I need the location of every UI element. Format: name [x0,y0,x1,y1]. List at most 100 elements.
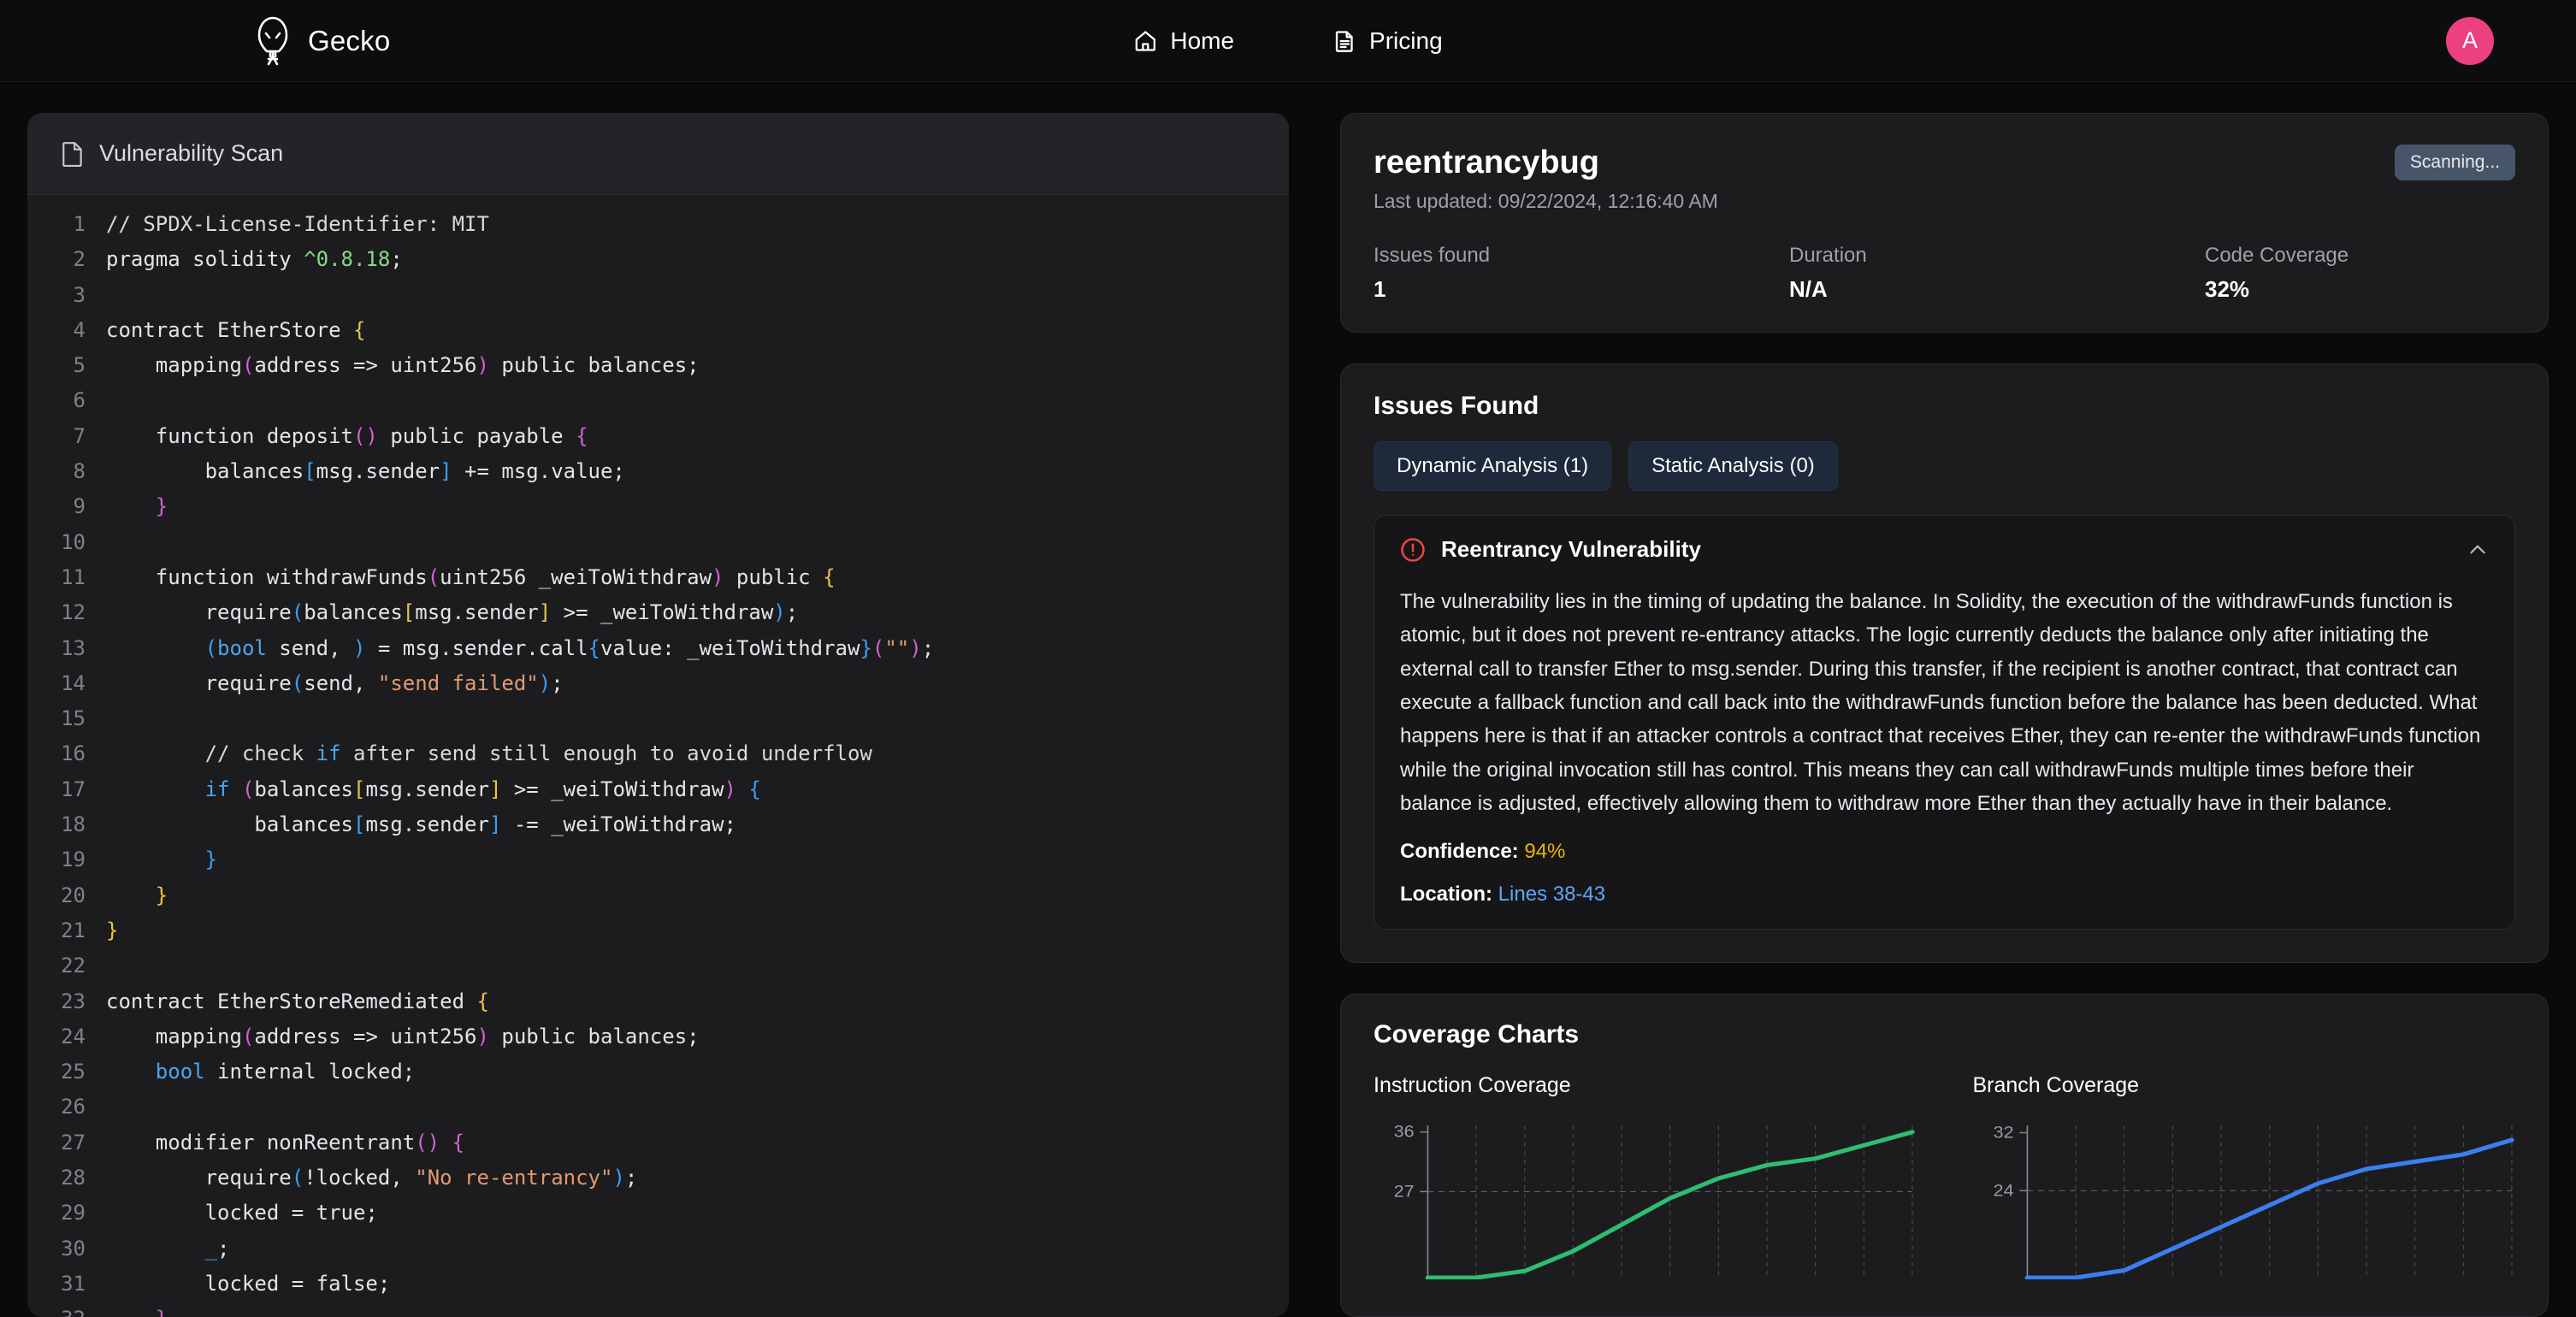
code-line-text: mapping(address => uint256) public balan… [106,353,700,378]
line-number: 11 [61,564,86,589]
code-line: 11 function withdrawFunds(uint256 _weiTo… [27,560,1289,595]
code-line-text: (bool send, ) = msg.sender.call{value: _… [204,635,935,660]
stat-value: 32% [2205,276,2250,302]
line-number: 6 [73,388,86,413]
avatar[interactable]: A [2446,16,2494,65]
code-line: 3 [27,278,1289,313]
y-axis-tick-label: 32 [1993,1124,2013,1142]
code-line: 9 } [27,489,1289,524]
line-number: 23 [61,989,86,1013]
issues-found-card: Issues Found Dynamic Analysis (1) Static… [1340,363,2549,963]
line-number: 4 [73,317,86,342]
line-number: 2 [73,247,86,272]
code-line: 27 modifier nonReentrant() { [27,1125,1289,1160]
code-panel-header: Vulnerability Scan [27,113,1289,195]
gecko-head-icon [253,16,292,66]
line-number: 15 [61,706,86,731]
line-number: 30 [61,1236,86,1261]
chart-plot: 24 32 [1993,1124,2514,1279]
code-line: 20 } [27,878,1289,913]
line-number: 19 [61,847,86,872]
nav-link-pricing[interactable]: Pricing [1332,27,1443,55]
line-number: 18 [61,812,86,837]
code-line: 7 function deposit() public payable { [27,419,1289,454]
last-updated-text: Last updated: 09/22/2024, 12:16:40 AM [1374,190,1718,212]
status-badge[interactable]: Scanning... [2394,145,2515,180]
issue-description: The vulnerability lies in the timing of … [1400,590,2481,816]
line-number: 7 [73,423,86,448]
stat-code-coverage: Code Coverage 32% [2205,244,2349,303]
right-column: reentrancybug Last updated: 09/22/2024, … [1340,113,2549,1317]
code-line-text: locked = true; [106,1201,378,1225]
code-line-text: balances[msg.sender] -= _weiToWithdraw; [106,812,736,837]
code-line: 31 locked = false; [27,1267,1289,1302]
chart-instruction-coverage: Instruction Coverage 27 36 [1374,1073,1917,1279]
coverage-charts-card: Coverage Charts Instruction Coverage 27 3… [1340,993,2549,1317]
brand[interactable]: Gecko [253,16,390,66]
code-line-text: } [106,918,119,942]
home-icon [1133,29,1157,53]
line-number: 26 [61,1095,86,1119]
code-line: 12 require(balances[msg.sender] >= _weiT… [27,595,1289,630]
code-line-text: balances[msg.sender] += msg.value; [106,459,625,484]
code-line: 30 _; [27,1231,1289,1267]
vulnerability-scan-panel: Vulnerability Scan 1 // SPDX-License-Iden… [27,113,1289,1317]
location-label: Location: [1400,882,1492,906]
line-number: 5 [73,353,86,378]
nav-link-pricing-label: Pricing [1369,27,1443,54]
chevron-up-icon[interactable] [2467,539,2489,561]
code-line-text: } [155,883,168,907]
scan-summary-card: reentrancybug Last updated: 09/22/2024, … [1340,113,2549,333]
line-number: 31 [61,1271,86,1296]
nav-link-home-label: Home [1170,27,1235,54]
stats-row: Issues found 1 Duration N/A Code Coverag… [1374,244,2515,303]
nav-links: Home Pricing [1133,27,1443,55]
confidence-label: Confidence: [1400,839,1519,863]
code-line-text: mapping(address => uint256) public balan… [106,1024,700,1048]
code-line-text: require(send, "send failed"); [106,670,564,695]
stat-duration: Duration N/A [1789,244,2205,303]
code-line: 24 mapping(address => uint256) public ba… [27,1019,1289,1054]
line-number: 25 [61,1060,86,1084]
code-line: 8 balances[msg.sender] += msg.value; [27,454,1289,489]
tab-dynamic-analysis[interactable]: Dynamic Analysis (1) [1374,441,1612,491]
tab-static-analysis[interactable]: Static Analysis (0) [1628,441,1838,491]
analysis-tabs: Dynamic Analysis (1) Static Analysis (0) [1374,441,2515,491]
alert-circle-icon [1400,537,1426,563]
location-row: Location: Lines 38-43 [1400,883,2489,907]
code-line-text: require(balances[msg.sender] >= _weiToWi… [106,600,799,625]
chart-plot: 27 36 [1394,1123,1915,1279]
stat-label: Code Coverage [2205,244,2349,267]
chart-title: Branch Coverage [1972,1072,2140,1097]
line-number: 32 [27,1302,106,1317]
stat-label: Duration [1789,244,1867,267]
code-line-text: function deposit() public payable { [106,423,588,448]
issues-found-title: Issues Found [1374,392,1539,420]
coverage-charts-title: Coverage Charts [1374,1019,1580,1048]
confidence-value: 94% [1524,839,1566,863]
code-line-text: pragma solidity ^0.8.18; [106,247,403,272]
code-line: 2 pragma solidity ^0.8.18; [27,242,1289,277]
code-line-text: } [106,1302,168,1317]
nav-link-home[interactable]: Home [1133,27,1234,55]
code-line: 22 [27,948,1289,983]
y-axis-tick-label: 27 [1394,1183,1415,1201]
stat-label: Issues found [1374,244,1491,267]
code-line-text: } [155,494,168,519]
line-number: 16 [61,741,86,766]
line-number: 24 [61,1024,86,1048]
code-line: 28 require(!locked, "No re-entrancy"); [27,1160,1289,1196]
code-line: 16 // check if after send still enough t… [27,736,1289,771]
line-number: 28 [61,1166,86,1190]
code-editor[interactable]: 1 // SPDX-License-Identifier: MIT 2 pragma … [27,195,1289,1317]
location-link[interactable]: Lines 38-43 [1498,883,1605,906]
line-number: 22 [61,954,86,978]
code-line: 17 if (balances[msg.sender] >= _weiToWit… [27,772,1289,807]
line-number: 27 [61,1130,86,1155]
code-line: 32 } [27,1302,1289,1317]
code-line-text: bool internal locked; [155,1060,416,1084]
issue-header[interactable]: Reentrancy Vulnerability [1374,516,2514,583]
code-line-text: _; [204,1236,230,1261]
line-number: 12 [61,600,86,625]
code-panel-title: Vulnerability Scan [99,140,284,166]
